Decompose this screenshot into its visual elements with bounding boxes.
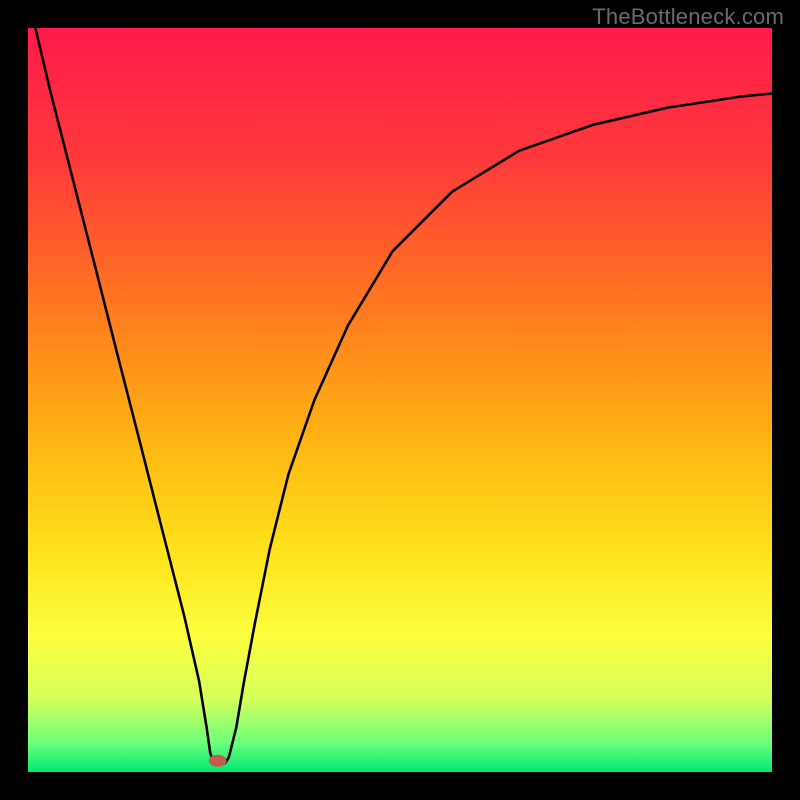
optimum-marker (209, 755, 227, 767)
plot-area (28, 28, 772, 772)
watermark-text: TheBottleneck.com (592, 4, 784, 30)
bottleneck-curve (35, 28, 772, 763)
curve-layer (28, 28, 772, 772)
chart-frame: TheBottleneck.com (0, 0, 800, 800)
